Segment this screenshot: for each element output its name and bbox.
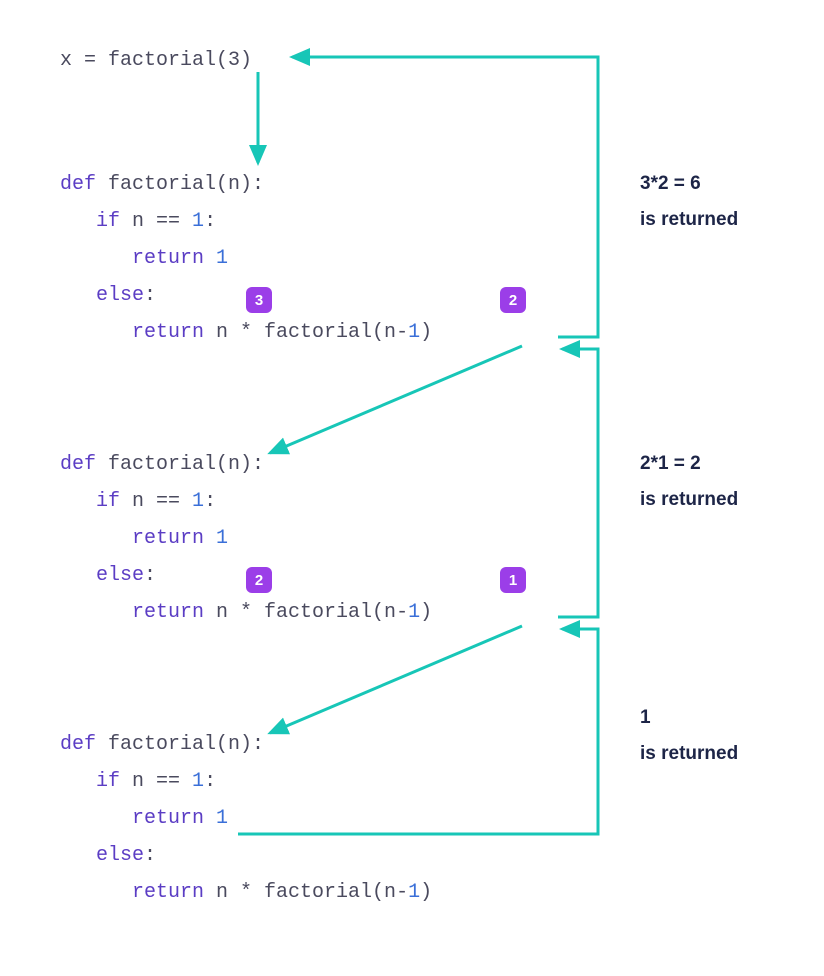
function-block-3: def factorial(n): if n == 1: return 1 el… — [60, 726, 432, 911]
arrow-return-2 — [558, 349, 598, 617]
annotation-return-2: 2*1 = 2 is returned — [640, 446, 738, 518]
function-block-1: def factorial(n): if n == 1: return 1 el… — [60, 166, 432, 351]
function-block-2: def factorial(n): if n == 1: return 1 el… — [60, 446, 432, 631]
badge-n-2: 2 — [246, 567, 272, 593]
badge-n-3: 3 — [246, 287, 272, 313]
annotation-return-6: 3*2 = 6 is returned — [640, 166, 738, 238]
arrow-recurse-1-to-2 — [270, 346, 522, 453]
badge-arg-2: 2 — [500, 287, 526, 313]
arrow-recurse-2-to-3 — [270, 626, 522, 733]
annotation-return-1: 1 is returned — [640, 700, 738, 772]
badge-arg-1: 1 — [500, 567, 526, 593]
call-expression: x = factorial(3) — [60, 42, 252, 79]
diagram-canvas: x = factorial(3) def factorial(n): if n … — [0, 0, 824, 976]
